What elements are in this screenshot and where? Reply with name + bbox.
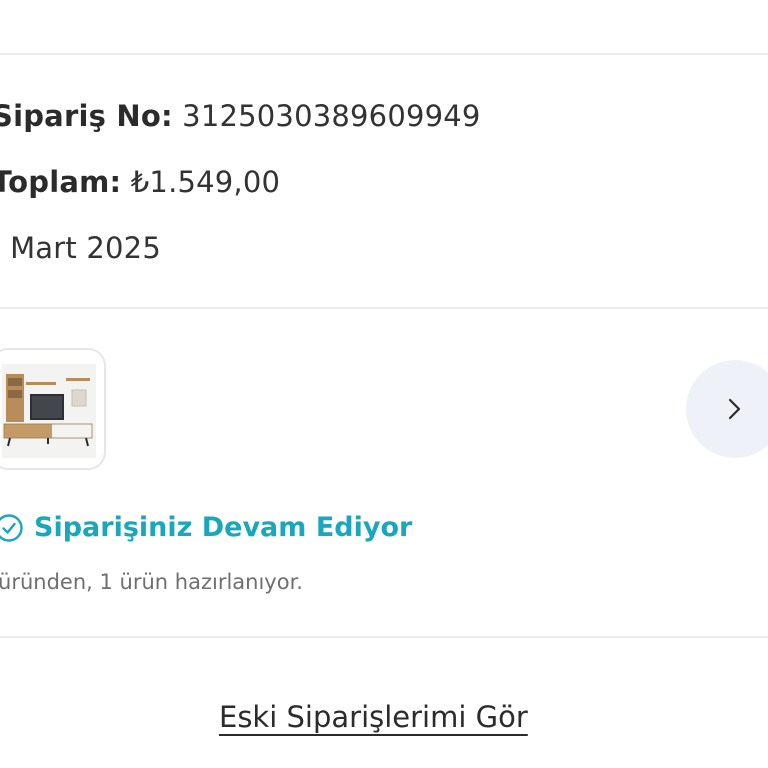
order-detail-next-button[interactable] xyxy=(686,360,768,458)
order-date-line: 3 Mart 2025 xyxy=(0,230,161,266)
order-total-line: Toplam: ₺1.549,00 xyxy=(0,164,280,200)
old-orders-link[interactable]: Eski Siparişlerimi Gör xyxy=(219,700,528,734)
order-number-value: 3125030389609949 xyxy=(182,99,481,133)
product-thumbnail[interactable] xyxy=(0,348,106,470)
order-number-line: Sipariş No: 3125030389609949 xyxy=(0,98,481,134)
check-circle-icon xyxy=(0,513,23,542)
order-total-label: Toplam: xyxy=(0,165,122,199)
order-status-subtitle: 1 üründen, 1 ürün hazırlanıyor. xyxy=(0,570,303,594)
info-divider xyxy=(0,307,768,309)
order-date: 3 Mart 2025 xyxy=(0,231,161,265)
order-total-value: ₺1.549,00 xyxy=(130,165,281,199)
top-divider xyxy=(0,53,768,55)
order-number-label: Sipariş No: xyxy=(0,99,173,133)
status-divider xyxy=(0,636,768,638)
chevron-right-icon xyxy=(728,398,741,420)
tv-unit-product-image xyxy=(2,364,96,458)
order-status: Siparişiniz Devam Ediyor xyxy=(0,512,412,543)
order-status-title: Siparişiniz Devam Ediyor xyxy=(34,512,413,543)
